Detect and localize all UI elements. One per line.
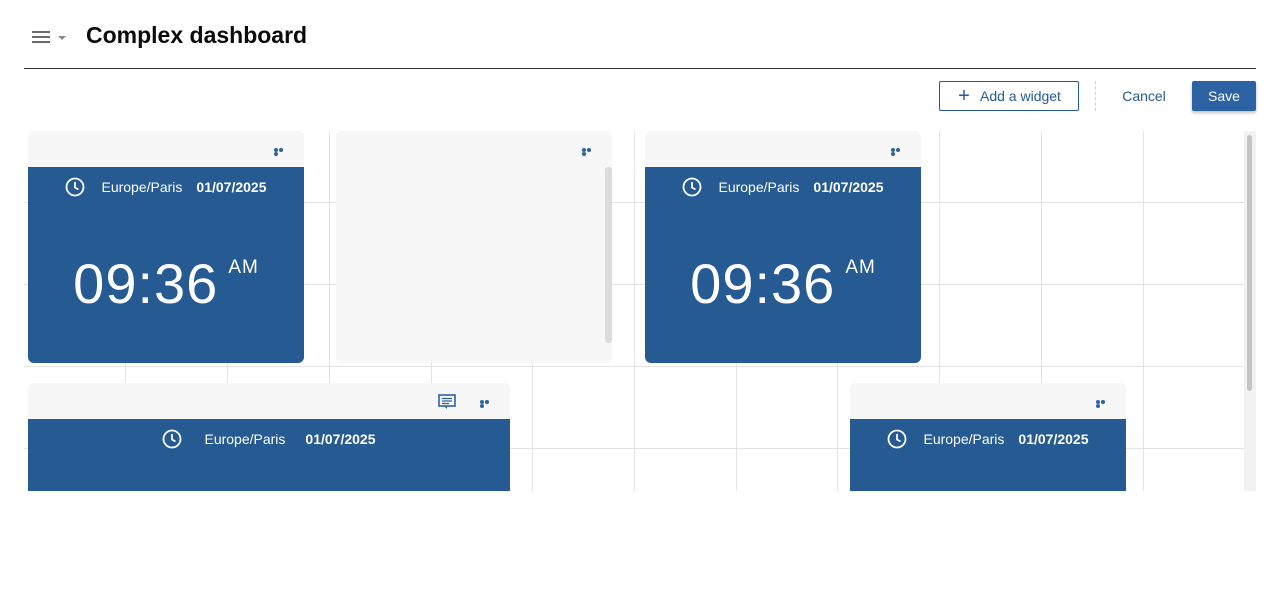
scrollbar-thumb[interactable] bbox=[1247, 135, 1252, 391]
clock-info-row: Europe/Paris 01/07/2025 bbox=[28, 177, 304, 197]
hamburger-menu-icon bbox=[32, 31, 50, 43]
time-display: 09:36 AM bbox=[645, 251, 921, 316]
message-icon[interactable] bbox=[438, 394, 456, 410]
clock-widget[interactable]: Europe/Paris 01/07/2025 09:36 AM bbox=[28, 131, 304, 363]
cancel-button[interactable]: Cancel bbox=[1110, 81, 1178, 111]
clock-icon bbox=[888, 429, 907, 449]
add-widget-label: Add a widget bbox=[980, 88, 1061, 104]
clock-info-row: Europe/Paris 01/07/2025 bbox=[850, 429, 1126, 449]
page-title: Complex dashboard bbox=[86, 22, 308, 48]
clock-info-row: Europe/Paris 01/07/2025 bbox=[645, 177, 921, 197]
widget-header bbox=[28, 131, 304, 167]
more-options-icon[interactable] bbox=[480, 400, 494, 408]
widget-header bbox=[645, 131, 921, 167]
plus-icon: + bbox=[958, 85, 970, 107]
clock-info-row: Europe/Paris 01/07/2025 bbox=[28, 429, 510, 449]
scrollbar[interactable] bbox=[605, 167, 612, 343]
clock-body: Europe/Paris 01/07/2025 09:36 AM bbox=[645, 167, 921, 363]
grid-line bbox=[24, 366, 1244, 367]
clock-widget[interactable]: Europe/Paris 01/07/2025 09:36 AM bbox=[645, 131, 921, 363]
date-label: 01/07/2025 bbox=[305, 431, 376, 447]
clock-body: Europe/Paris 01/07/2025 bbox=[28, 419, 510, 491]
clock-icon bbox=[163, 429, 182, 449]
clock-icon bbox=[683, 177, 702, 197]
clock-widget[interactable]: Europe/Paris 01/07/2025 bbox=[28, 383, 510, 491]
add-widget-button[interactable]: + Add a widget bbox=[939, 81, 1079, 111]
more-options-icon[interactable] bbox=[891, 148, 905, 156]
more-options-icon[interactable] bbox=[274, 148, 288, 156]
grid-line bbox=[634, 131, 635, 491]
clock-body: Europe/Paris 01/07/2025 09:36 AM bbox=[28, 167, 304, 363]
clock-body: Europe/Paris 01/07/2025 bbox=[850, 419, 1126, 491]
more-options-icon[interactable] bbox=[1096, 400, 1110, 408]
more-options-icon[interactable] bbox=[582, 148, 596, 156]
header: Complex dashboard bbox=[24, 0, 1256, 69]
date-label: 01/07/2025 bbox=[1018, 431, 1089, 447]
clock-widget[interactable]: Europe/Paris 01/07/2025 bbox=[850, 383, 1126, 491]
time-display: 09:36 AM bbox=[28, 251, 304, 316]
ampm-label: AM bbox=[845, 257, 876, 278]
ampm-label: AM bbox=[228, 257, 259, 278]
hamburger-menu-button[interactable] bbox=[32, 26, 72, 50]
toolbar-divider bbox=[1095, 81, 1096, 111]
chevron-down-icon bbox=[58, 36, 66, 40]
timezone-label: Europe/Paris bbox=[718, 179, 800, 195]
dashboard-grid: Europe/Paris 01/07/2025 09:36 AM Europe/P… bbox=[24, 131, 1256, 491]
widget-header bbox=[850, 383, 1126, 419]
scrollbar-track[interactable] bbox=[1244, 131, 1256, 491]
widget-header bbox=[28, 383, 510, 419]
grid-line bbox=[1143, 131, 1144, 491]
widget-header bbox=[336, 131, 612, 167]
timezone-label: Europe/Paris bbox=[101, 179, 183, 195]
date-label: 01/07/2025 bbox=[813, 179, 884, 195]
empty-widget[interactable] bbox=[336, 131, 612, 363]
timezone-label: Europe/Paris bbox=[923, 431, 1005, 447]
clock-icon bbox=[66, 177, 85, 197]
time-value: 09:36 bbox=[73, 252, 219, 315]
date-label: 01/07/2025 bbox=[196, 179, 267, 195]
save-button[interactable]: Save bbox=[1192, 81, 1256, 111]
timezone-label: Europe/Paris bbox=[204, 431, 286, 447]
time-value: 09:36 bbox=[690, 252, 836, 315]
toolbar: + Add a widget Cancel Save bbox=[0, 81, 1280, 113]
